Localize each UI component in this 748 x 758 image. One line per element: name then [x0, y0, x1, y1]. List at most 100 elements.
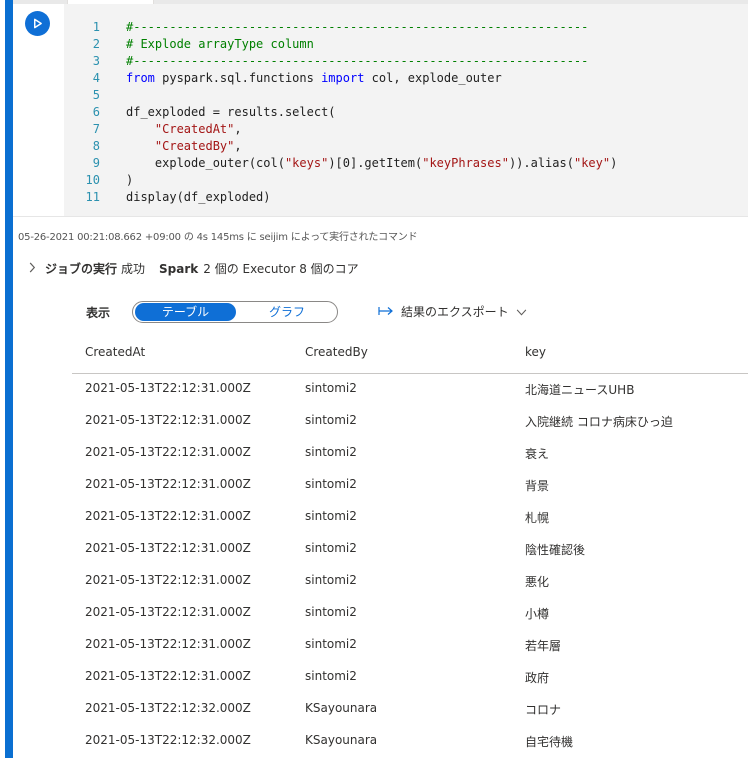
code-line: #---------------------------------------… [126, 53, 617, 70]
spark-label: Spark [159, 261, 199, 276]
line-number: 1 [92, 20, 100, 34]
code-token: import [321, 71, 365, 85]
line-number: 5 [92, 88, 100, 102]
code-token: )).alias( [508, 156, 574, 170]
view-toggle[interactable]: テーブル グラフ [132, 301, 338, 323]
code-token: , [234, 139, 242, 153]
table-row[interactable]: 2021-05-13T22:12:31.000Z sintomi2 背景 [0, 469, 748, 501]
table-row[interactable]: 2021-05-13T22:12:32.000Z KSayounara 自宅待機 [0, 725, 748, 757]
cell-createdat: 2021-05-13T22:12:31.000Z [85, 669, 251, 683]
code-token: "keyPhrases" [422, 156, 509, 170]
table-row[interactable]: 2021-05-13T22:12:31.000Z sintomi2 入院継続 コロナ… [0, 405, 748, 437]
cell-createdby: sintomi2 [305, 605, 357, 619]
table-row[interactable]: 2021-05-13T22:12:31.000Z sintomi2 札幌 [0, 501, 748, 533]
cell-key: 悪化 [525, 575, 550, 589]
column-header-createdat[interactable]: CreatedAt [85, 345, 145, 359]
table-row[interactable]: 2021-05-13T22:12:31.000Z sintomi2 陰性確認後 [0, 533, 748, 565]
export-label: 結果のエクスポート [401, 305, 509, 319]
line-number: 4 [92, 71, 100, 85]
play-icon [32, 14, 43, 33]
cell-createdat: 2021-05-13T22:12:31.000Z [85, 573, 251, 587]
run-cell-button[interactable] [25, 11, 50, 36]
code-line: ) [126, 172, 617, 189]
cell-key: 小樽 [525, 607, 550, 621]
code-line: "CreatedBy", [126, 138, 617, 155]
results-table-body: 2021-05-13T22:12:31.000Z sintomi2 北海道ニュースU… [0, 373, 748, 757]
line-number: 6 [92, 105, 100, 119]
graph-view-option[interactable]: グラフ [239, 303, 335, 321]
code-token: # Explode arrayType column [126, 37, 314, 51]
code-token: "keys" [284, 156, 329, 170]
cell-key: 自宅待機 [525, 735, 574, 749]
table-row[interactable]: 2021-05-13T22:12:31.000Z sintomi2 悪化 [0, 565, 748, 597]
code-line: display(df_exploded) [126, 189, 617, 206]
jobs-label: ジョブの実行 [45, 262, 118, 276]
spark-jobs-row[interactable]: ジョブの実行 成功 Spark 2 個の Executor 8 個のコア [28, 260, 359, 277]
table-row[interactable]: 2021-05-13T22:12:31.000Z sintomi2 衰え [0, 437, 748, 469]
cell-createdby: sintomi2 [305, 573, 357, 587]
cell-createdby: sintomi2 [305, 669, 357, 683]
cell-createdby: KSayounara [305, 733, 378, 747]
cell-key: 北海道ニュースUHB [525, 383, 635, 397]
line-number: 8 [92, 139, 100, 153]
table-row[interactable]: 2021-05-13T22:12:31.000Z sintomi2 小樽 [0, 597, 748, 629]
cell-key: 札幌 [525, 511, 550, 525]
cell-createdat: 2021-05-13T22:12:32.000Z [85, 701, 251, 715]
column-header-key[interactable]: key [525, 345, 546, 359]
code-line: # Explode arrayType column [126, 36, 617, 53]
column-header-createdby[interactable]: CreatedBy [305, 345, 368, 359]
cell-createdby: sintomi2 [305, 381, 357, 395]
code-token: explode_outer(col( [126, 156, 285, 170]
execution-info: 05-26-2021 00:21:08.662 +09:00 の 4s 145m… [18, 232, 418, 243]
cell-createdat: 2021-05-13T22:12:31.000Z [85, 509, 251, 523]
cell-createdby: sintomi2 [305, 509, 357, 523]
cell-createdby: sintomi2 [305, 413, 357, 427]
code-lines[interactable]: #---------------------------------------… [126, 19, 617, 206]
cell-key: コロナ [525, 703, 562, 717]
line-number: 11 [85, 190, 100, 204]
code-token: ) [610, 156, 618, 170]
jobs-status: 成功 [121, 262, 146, 276]
cell-key: 陰性確認後 [525, 543, 586, 557]
cell-key: 若年層 [525, 639, 562, 653]
code-token: ) [126, 173, 134, 187]
code-token: #---------------------------------------… [126, 20, 589, 34]
cell-createdat: 2021-05-13T22:12:31.000Z [85, 541, 251, 555]
line-numbers: 1 2 3 4 5 6 7 8 9 10 11 [64, 19, 100, 206]
table-row[interactable]: 2021-05-13T22:12:31.000Z sintomi2 政府 [0, 661, 748, 693]
code-token: "CreatedAt" [154, 122, 235, 136]
spark-detail: 2 個の Executor 8 個のコア [203, 262, 359, 276]
code-line: from pyspark.sql.functions import col, e… [126, 70, 617, 87]
cell-key: 政府 [525, 671, 550, 685]
cell-divider [13, 216, 748, 217]
code-line: explode_outer(col("keys")[0].getItem("ke… [126, 155, 617, 172]
cell-key: 衰え [525, 447, 550, 461]
code-token: pyspark.sql.functions [154, 71, 322, 85]
cell-createdat: 2021-05-13T22:12:31.000Z [85, 445, 251, 459]
code-token: "CreatedBy" [154, 139, 235, 153]
line-number: 2 [92, 37, 100, 51]
code-token: col, explode_outer [364, 71, 502, 85]
code-token: #---------------------------------------… [126, 54, 589, 68]
table-row[interactable]: 2021-05-13T22:12:31.000Z sintomi2 北海道ニュースU… [0, 373, 748, 405]
cell-createdby: sintomi2 [305, 637, 357, 651]
chevron-down-icon [516, 305, 527, 319]
table-row[interactable]: 2021-05-13T22:12:32.000Z KSayounara コロナ [0, 693, 748, 725]
table-row[interactable]: 2021-05-13T22:12:31.000Z sintomi2 若年層 [0, 629, 748, 661]
code-line: "CreatedAt", [126, 121, 617, 138]
table-view-option[interactable]: テーブル [135, 303, 236, 321]
code-token: , [234, 122, 242, 136]
cell-createdat: 2021-05-13T22:12:31.000Z [85, 381, 251, 395]
line-number: 3 [92, 54, 100, 68]
cell-key: 入院継続 コロナ病床ひっ迫 [525, 415, 673, 429]
code-token: display(df_exploded) [126, 190, 271, 204]
cell-createdby: sintomi2 [305, 477, 357, 491]
cell-createdat: 2021-05-13T22:12:31.000Z [85, 413, 251, 427]
display-label: 表示 [86, 306, 111, 320]
cell-createdat: 2021-05-13T22:12:32.000Z [85, 733, 251, 747]
chevron-right-icon[interactable] [28, 262, 36, 276]
code-line: #---------------------------------------… [126, 19, 617, 36]
export-results-button[interactable]: 結果のエクスポート [378, 303, 527, 320]
